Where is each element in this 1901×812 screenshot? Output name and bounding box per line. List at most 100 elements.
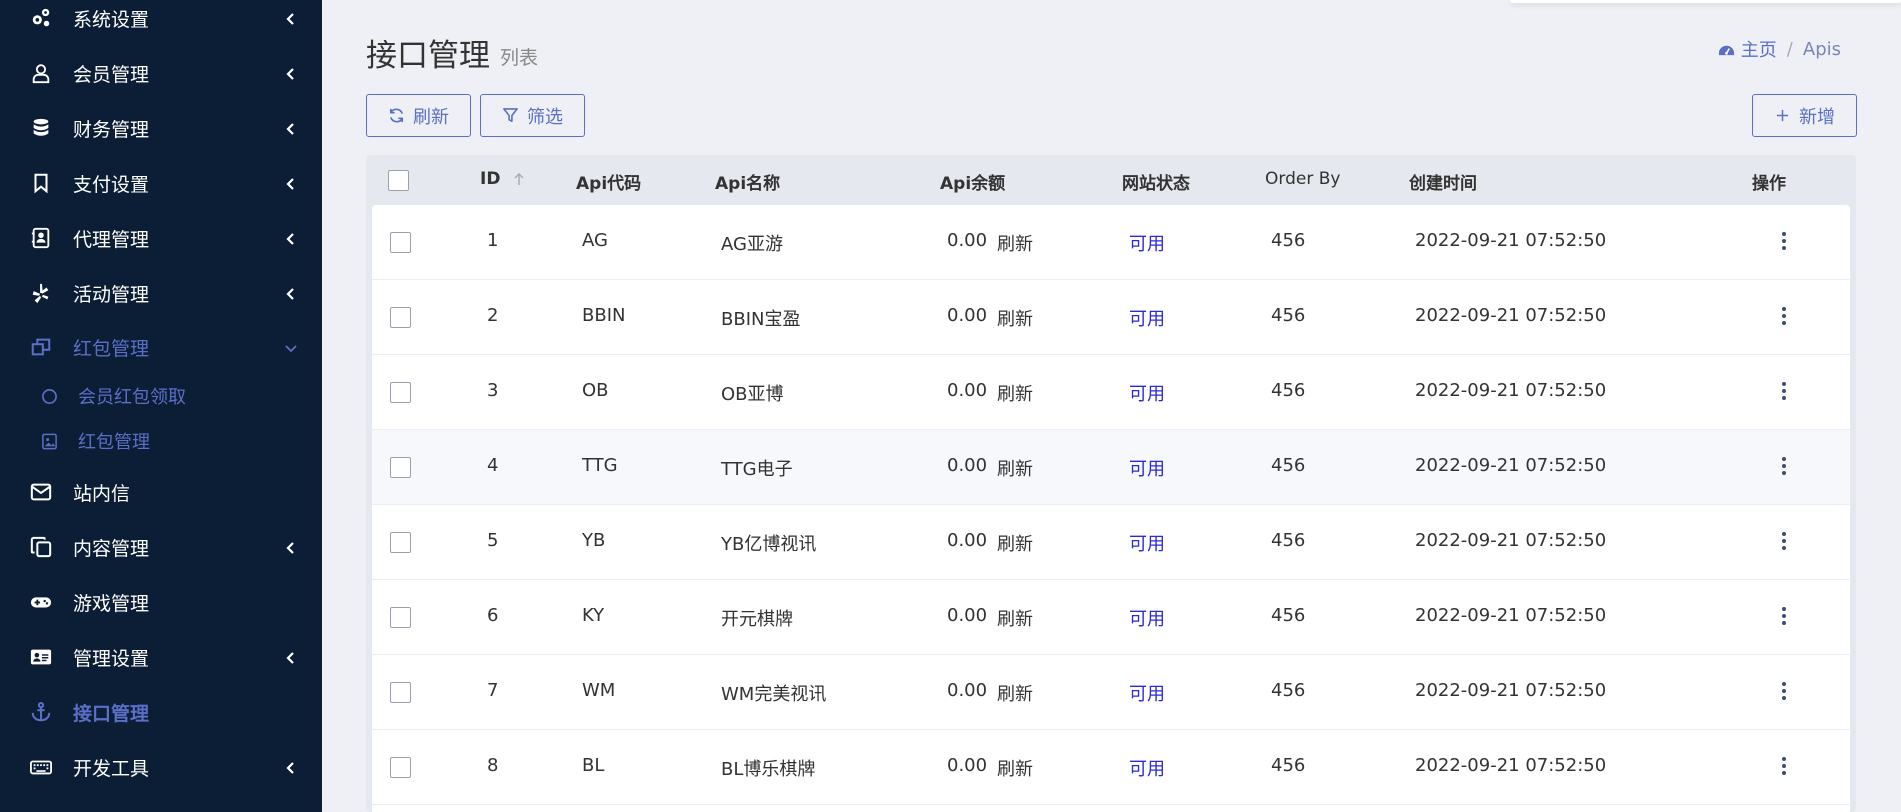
balance-refresh-link[interactable]: 刷新 xyxy=(997,680,1033,706)
cell-balance: 0.00 xyxy=(947,230,988,251)
row-checkbox[interactable] xyxy=(390,457,411,478)
row-actions-icon[interactable] xyxy=(1774,681,1794,703)
sidebar-item-api-management[interactable]: 接口管理 xyxy=(0,688,322,736)
row-checkbox[interactable] xyxy=(390,382,411,403)
chevron-left-icon xyxy=(284,121,298,135)
cell-created: 2022-09-21 07:52:50 xyxy=(1415,380,1607,401)
row-checkbox[interactable] xyxy=(390,232,411,253)
cell-id: 2 xyxy=(487,305,499,326)
sidebar-item-agents[interactable]: 代理管理 xyxy=(0,214,322,262)
row-checkbox[interactable] xyxy=(390,307,411,328)
sidebar-subitem-label: 会员红包领取 xyxy=(78,387,186,408)
row-checkbox[interactable] xyxy=(390,607,411,628)
copy-icon xyxy=(28,534,54,560)
table-row: 5 YB YB亿博视讯 0.00 刷新 可用 456 2022-09-21 07… xyxy=(372,505,1850,580)
row-actions-icon[interactable] xyxy=(1774,756,1794,778)
sidebar-item-label: 代理管理 xyxy=(73,228,150,251)
table-body: 1 AG AG亚游 0.00 刷新 可用 456 2022-09-21 07:5… xyxy=(372,205,1850,812)
sidebar-subitem-red-packet-management[interactable]: 红包管理 xyxy=(0,421,322,461)
cell-status: 可用 xyxy=(1129,309,1165,330)
cell-status: 可用 xyxy=(1129,609,1165,630)
row-actions-icon[interactable] xyxy=(1774,606,1794,628)
sidebar: 系统设置 会员管理 财务管理 支付设置 代理管理 活动管理 红包管理 会员红包领… xyxy=(0,0,322,812)
select-all-checkbox[interactable] xyxy=(388,170,409,191)
balance-refresh-link[interactable]: 刷新 xyxy=(997,230,1033,256)
sidebar-item-games[interactable]: 游戏管理 xyxy=(0,578,322,626)
cell-name: YB亿博视讯 xyxy=(721,534,817,555)
dropdown-edge xyxy=(1510,0,1901,3)
balance-refresh-link[interactable]: 刷新 xyxy=(997,455,1033,481)
balance-refresh-link[interactable]: 刷新 xyxy=(997,380,1033,406)
cell-created: 2022-09-21 07:52:50 xyxy=(1415,305,1607,326)
sidebar-item-system-settings[interactable]: 系统设置 xyxy=(0,0,322,42)
sidebar-item-members[interactable]: 会员管理 xyxy=(0,49,322,97)
balance-refresh-link[interactable]: 刷新 xyxy=(997,605,1033,631)
sidebar-item-red-packets[interactable]: 红包管理 xyxy=(0,323,322,371)
balance-refresh-link[interactable]: 刷新 xyxy=(997,305,1033,331)
cell-code: BBIN xyxy=(582,305,626,326)
breadcrumb-current: Apis xyxy=(1802,38,1841,60)
refresh-button[interactable]: 刷新 xyxy=(366,94,471,137)
sidebar-item-activities[interactable]: 活动管理 xyxy=(0,269,322,317)
row-checkbox[interactable] xyxy=(390,757,411,778)
sidebar-item-label: 管理设置 xyxy=(73,647,150,670)
sort-up-icon xyxy=(514,173,524,185)
balance-refresh-link[interactable]: 刷新 xyxy=(997,755,1033,781)
sidebar-item-label: 站内信 xyxy=(73,482,131,505)
cell-status: 可用 xyxy=(1129,234,1165,255)
cell-id: 8 xyxy=(487,755,499,776)
cell-balance: 0.00 xyxy=(947,680,988,701)
sidebar-item-messages[interactable]: 站内信 xyxy=(0,468,322,516)
plus-icon xyxy=(1776,109,1789,122)
cell-name: BL博乐棋牌 xyxy=(721,759,816,780)
column-header-status: 网站状态 xyxy=(1122,174,1190,194)
cell-name: OB亚博 xyxy=(721,384,784,405)
sidebar-subitem-member-red-packet-claims[interactable]: 会员红包领取 xyxy=(0,376,322,416)
column-header-id[interactable]: ID xyxy=(480,169,526,189)
sidebar-item-label: 财务管理 xyxy=(73,118,150,141)
cell-status: 可用 xyxy=(1129,759,1165,780)
cell-created: 2022-09-21 07:52:50 xyxy=(1415,755,1607,776)
sidebar-item-label: 红包管理 xyxy=(73,337,150,360)
chevron-left-icon xyxy=(284,11,298,25)
cell-code: BL xyxy=(582,755,605,776)
sidebar-item-payment-settings[interactable]: 支付设置 xyxy=(0,159,322,207)
cell-id: 7 xyxy=(487,680,499,701)
gamepad-icon xyxy=(28,589,54,615)
cell-order-by: 456 xyxy=(1271,755,1306,776)
filter-button[interactable]: 筛选 xyxy=(480,94,585,137)
row-actions-icon[interactable] xyxy=(1774,531,1794,553)
table-row: 7 WM WM完美视讯 0.00 刷新 可用 456 2022-09-21 07… xyxy=(372,655,1850,730)
row-actions-icon[interactable] xyxy=(1774,306,1794,328)
cell-id: 1 xyxy=(487,230,499,251)
chevron-left-icon xyxy=(284,540,298,554)
sidebar-item-label: 支付设置 xyxy=(73,173,150,196)
sidebar-item-label: 系统设置 xyxy=(73,8,150,31)
balance-refresh-link[interactable]: 刷新 xyxy=(997,530,1033,556)
cell-name: BBIN宝盈 xyxy=(721,309,801,330)
add-button[interactable]: 新增 xyxy=(1752,94,1857,137)
row-checkbox[interactable] xyxy=(390,532,411,553)
cell-created: 2022-09-21 07:52:50 xyxy=(1415,605,1607,626)
row-actions-icon[interactable] xyxy=(1774,381,1794,403)
dashboard-icon xyxy=(1718,45,1734,55)
sidebar-item-dev-tools[interactable]: 开发工具 xyxy=(0,743,322,791)
row-checkbox[interactable] xyxy=(390,682,411,703)
sidebar-item-admin-settings[interactable]: 管理设置 xyxy=(0,633,322,681)
breadcrumb-home[interactable]: 主页 xyxy=(1718,36,1777,62)
row-actions-icon[interactable] xyxy=(1774,456,1794,478)
cell-balance: 0.00 xyxy=(947,755,988,776)
chevron-left-icon xyxy=(284,231,298,245)
cell-code: AG xyxy=(582,230,608,251)
cell-code: TTG xyxy=(582,455,618,476)
cell-balance: 0.00 xyxy=(947,455,988,476)
cell-created: 2022-09-21 07:52:50 xyxy=(1415,680,1607,701)
table-header: ID Api代码 Api名称 Api余额 网站状态 Order By 创建时间 … xyxy=(366,155,1856,203)
table-row: 3 OB OB亚博 0.00 刷新 可用 456 2022-09-21 07:5… xyxy=(372,355,1850,430)
chevron-down-icon xyxy=(284,340,298,354)
sidebar-item-content[interactable]: 内容管理 xyxy=(0,523,322,571)
sidebar-item-label: 内容管理 xyxy=(73,537,150,560)
windows-restore-icon xyxy=(28,334,54,360)
row-actions-icon[interactable] xyxy=(1774,231,1794,253)
sidebar-item-finance[interactable]: 财务管理 xyxy=(0,104,322,152)
